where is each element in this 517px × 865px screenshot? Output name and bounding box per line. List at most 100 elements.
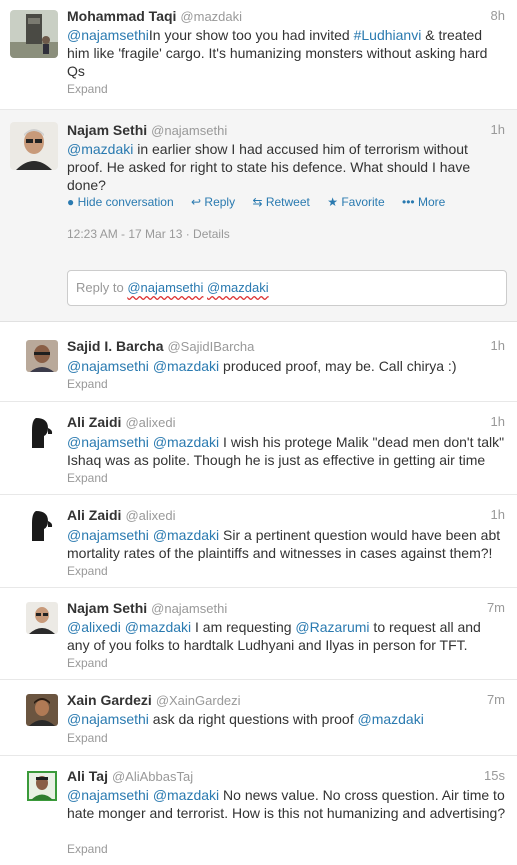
tweet-time[interactable]: 7m bbox=[487, 600, 505, 615]
mention-link[interactable]: @najamsethi bbox=[67, 527, 149, 543]
tweet-time[interactable]: 1h bbox=[491, 414, 505, 429]
tweet-header: Ali Zaidi @alixedi 1h bbox=[67, 507, 505, 525]
tweet-header: Najam Sethi @najamsethi 1h bbox=[67, 122, 505, 140]
tweet-time[interactable]: 1h bbox=[491, 338, 505, 353]
tweet-text-segment: ask da right questions with proof bbox=[148, 711, 358, 727]
avatar[interactable] bbox=[26, 602, 58, 634]
avatar[interactable] bbox=[26, 770, 58, 802]
tweet-header: Ali Taj @AliAbbasTaj 15s bbox=[67, 768, 505, 786]
tweet-time[interactable]: 8h bbox=[491, 8, 505, 23]
mention-link[interactable]: @najamsethi bbox=[67, 711, 149, 727]
expand-link[interactable]: Expand bbox=[67, 377, 108, 391]
avatar[interactable] bbox=[10, 122, 58, 170]
reply-arrow-icon: ↩ bbox=[191, 195, 202, 209]
mention-link[interactable]: @mazdaki bbox=[67, 141, 133, 157]
tweet-2[interactable]: Sajid I. Barcha @SajidIBarcha 1h @najamse… bbox=[0, 322, 517, 402]
author-handle[interactable]: @najamsethi bbox=[151, 123, 227, 138]
tweet-time[interactable]: 1h bbox=[491, 122, 505, 137]
tweet-text: @najamsethi @mazdaki produced proof, may… bbox=[67, 357, 507, 375]
avatar[interactable] bbox=[26, 509, 58, 541]
tweet-header: Ali Zaidi @alixedi 1h bbox=[67, 414, 505, 432]
expand-link[interactable]: Expand bbox=[67, 731, 108, 745]
mention-link[interactable]: @najamsethi bbox=[67, 434, 149, 450]
tweet-1-expanded[interactable]: Najam Sethi @najamsethi 1h @mazdaki in ea… bbox=[0, 110, 517, 256]
mention-link[interactable]: @mazdaki bbox=[125, 619, 191, 635]
mention-link[interactable]: @mazdaki bbox=[357, 711, 423, 727]
expand-link[interactable]: Expand bbox=[67, 82, 108, 96]
retweet-button[interactable]: ⇆ Retweet bbox=[252, 195, 309, 209]
mention-link[interactable]: @najamsethi bbox=[67, 787, 149, 803]
mention-link[interactable]: @mazdaki bbox=[153, 527, 219, 543]
mention-link[interactable]: @najamsethi bbox=[67, 27, 149, 43]
tweet-time[interactable]: 1h bbox=[491, 507, 505, 522]
reply-mention: @mazdaki bbox=[207, 280, 269, 295]
hide-conversation-button[interactable]: ● Hide conversation bbox=[67, 195, 174, 209]
mention-link[interactable]: @mazdaki bbox=[153, 434, 219, 450]
author-name[interactable]: Ali Taj bbox=[67, 768, 108, 784]
author-handle[interactable]: @SajidIBarcha bbox=[167, 339, 254, 354]
expand-link[interactable]: Expand bbox=[67, 564, 108, 578]
more-button[interactable]: ••• More bbox=[402, 195, 445, 209]
tweet-header: Najam Sethi @najamsethi 7m bbox=[67, 600, 505, 618]
author-handle[interactable]: @AliAbbasTaj bbox=[112, 769, 193, 784]
expand-link[interactable]: Expand bbox=[67, 656, 108, 670]
author-handle[interactable]: @mazdaki bbox=[180, 9, 242, 24]
expand-link[interactable]: Expand bbox=[67, 842, 108, 856]
author-handle[interactable]: @XainGardezi bbox=[156, 693, 241, 708]
tweet-text-segment: I am requesting bbox=[191, 619, 296, 635]
mention-link[interactable]: @najamsethi bbox=[67, 358, 149, 374]
author-handle[interactable]: @alixedi bbox=[125, 508, 175, 523]
avatar[interactable] bbox=[10, 10, 58, 58]
author-name[interactable]: Najam Sethi bbox=[67, 600, 147, 616]
speech-bubble-icon: ● bbox=[67, 195, 75, 209]
tweet-text: @najamsethi @mazdaki No news value. No c… bbox=[67, 786, 507, 822]
retweet-icon: ⇆ bbox=[252, 195, 263, 209]
author-name[interactable]: Sajid I. Barcha bbox=[67, 338, 163, 354]
star-icon: ★ bbox=[327, 195, 338, 209]
tweet-text: @alixedi @mazdaki I am requesting @Razar… bbox=[67, 618, 507, 654]
tweet-header: Xain Gardezi @XainGardezi 7m bbox=[67, 692, 505, 710]
author-name[interactable]: Najam Sethi bbox=[67, 122, 147, 138]
tweet-5[interactable]: Najam Sethi @najamsethi 7m @alixedi @mazd… bbox=[0, 588, 517, 680]
tweet-text-segment: In your show too you had invited bbox=[148, 27, 354, 43]
tweet-7[interactable]: Ali Taj @AliAbbasTaj 15s @najamsethi @maz… bbox=[0, 756, 517, 865]
tweet-feed: Mohammad Taqi @mazdaki 8h @najamsethiIn y… bbox=[0, 0, 517, 865]
tweet-4[interactable]: Ali Zaidi @alixedi 1h @najamsethi @mazdak… bbox=[0, 495, 517, 588]
tweet-text: @najamsethi @mazdaki I wish his protege … bbox=[67, 433, 507, 469]
reply-input[interactable]: Reply to @najamsethi @mazdaki bbox=[67, 270, 507, 306]
avatar[interactable] bbox=[26, 694, 58, 726]
tweet-header: Mohammad Taqi @mazdaki 8h bbox=[67, 8, 505, 26]
author-name[interactable]: Ali Zaidi bbox=[67, 507, 121, 523]
mention-link[interactable]: @mazdaki bbox=[153, 787, 219, 803]
hashtag-link[interactable]: #Ludhianvi bbox=[354, 27, 422, 43]
avatar[interactable] bbox=[26, 340, 58, 372]
tweet-time[interactable]: 7m bbox=[487, 692, 505, 707]
tweet-6[interactable]: Xain Gardezi @XainGardezi 7m @najamsethi … bbox=[0, 680, 517, 756]
tweet-text: @mazdaki in earlier show I had accused h… bbox=[67, 140, 507, 194]
author-name[interactable]: Xain Gardezi bbox=[67, 692, 152, 708]
tweet-text: @najamsethi @mazdaki Sir a pertinent que… bbox=[67, 526, 507, 562]
mention-link[interactable]: @mazdaki bbox=[153, 358, 219, 374]
expand-link[interactable]: Expand bbox=[67, 471, 108, 485]
tweet-3[interactable]: Ali Zaidi @alixedi 1h @najamsethi @mazdak… bbox=[0, 402, 517, 495]
tweet-actions: ● Hide conversation ↩ Reply ⇆ Retweet ★ … bbox=[67, 195, 459, 209]
author-handle[interactable]: @alixedi bbox=[125, 415, 175, 430]
tweet-time[interactable]: 15s bbox=[484, 768, 505, 783]
tweet-text: @najamsethi ask da right questions with … bbox=[67, 710, 507, 728]
tweet-text-segment: produced proof, may be. Call chirya :) bbox=[219, 358, 457, 374]
reply-prefix: Reply to bbox=[76, 280, 124, 295]
tweet-0[interactable]: Mohammad Taqi @mazdaki 8h @najamsethiIn y… bbox=[0, 0, 517, 110]
reply-mention: @najamsethi bbox=[127, 280, 204, 295]
author-handle[interactable]: @najamsethi bbox=[151, 601, 227, 616]
avatar[interactable] bbox=[26, 416, 58, 448]
tweet-timestamp-details[interactable]: 12:23 AM - 17 Mar 13 · Details bbox=[67, 227, 230, 241]
favorite-button[interactable]: ★ Favorite bbox=[327, 195, 384, 209]
ellipsis-icon: ••• bbox=[402, 195, 415, 209]
mention-link[interactable]: @alixedi bbox=[67, 619, 121, 635]
reply-area: Reply to @najamsethi @mazdaki bbox=[0, 256, 517, 322]
mention-link[interactable]: @Razarumi bbox=[295, 619, 369, 635]
tweet-header: Sajid I. Barcha @SajidIBarcha 1h bbox=[67, 338, 505, 356]
author-name[interactable]: Mohammad Taqi bbox=[67, 8, 176, 24]
reply-button[interactable]: ↩ Reply bbox=[191, 195, 235, 209]
author-name[interactable]: Ali Zaidi bbox=[67, 414, 121, 430]
